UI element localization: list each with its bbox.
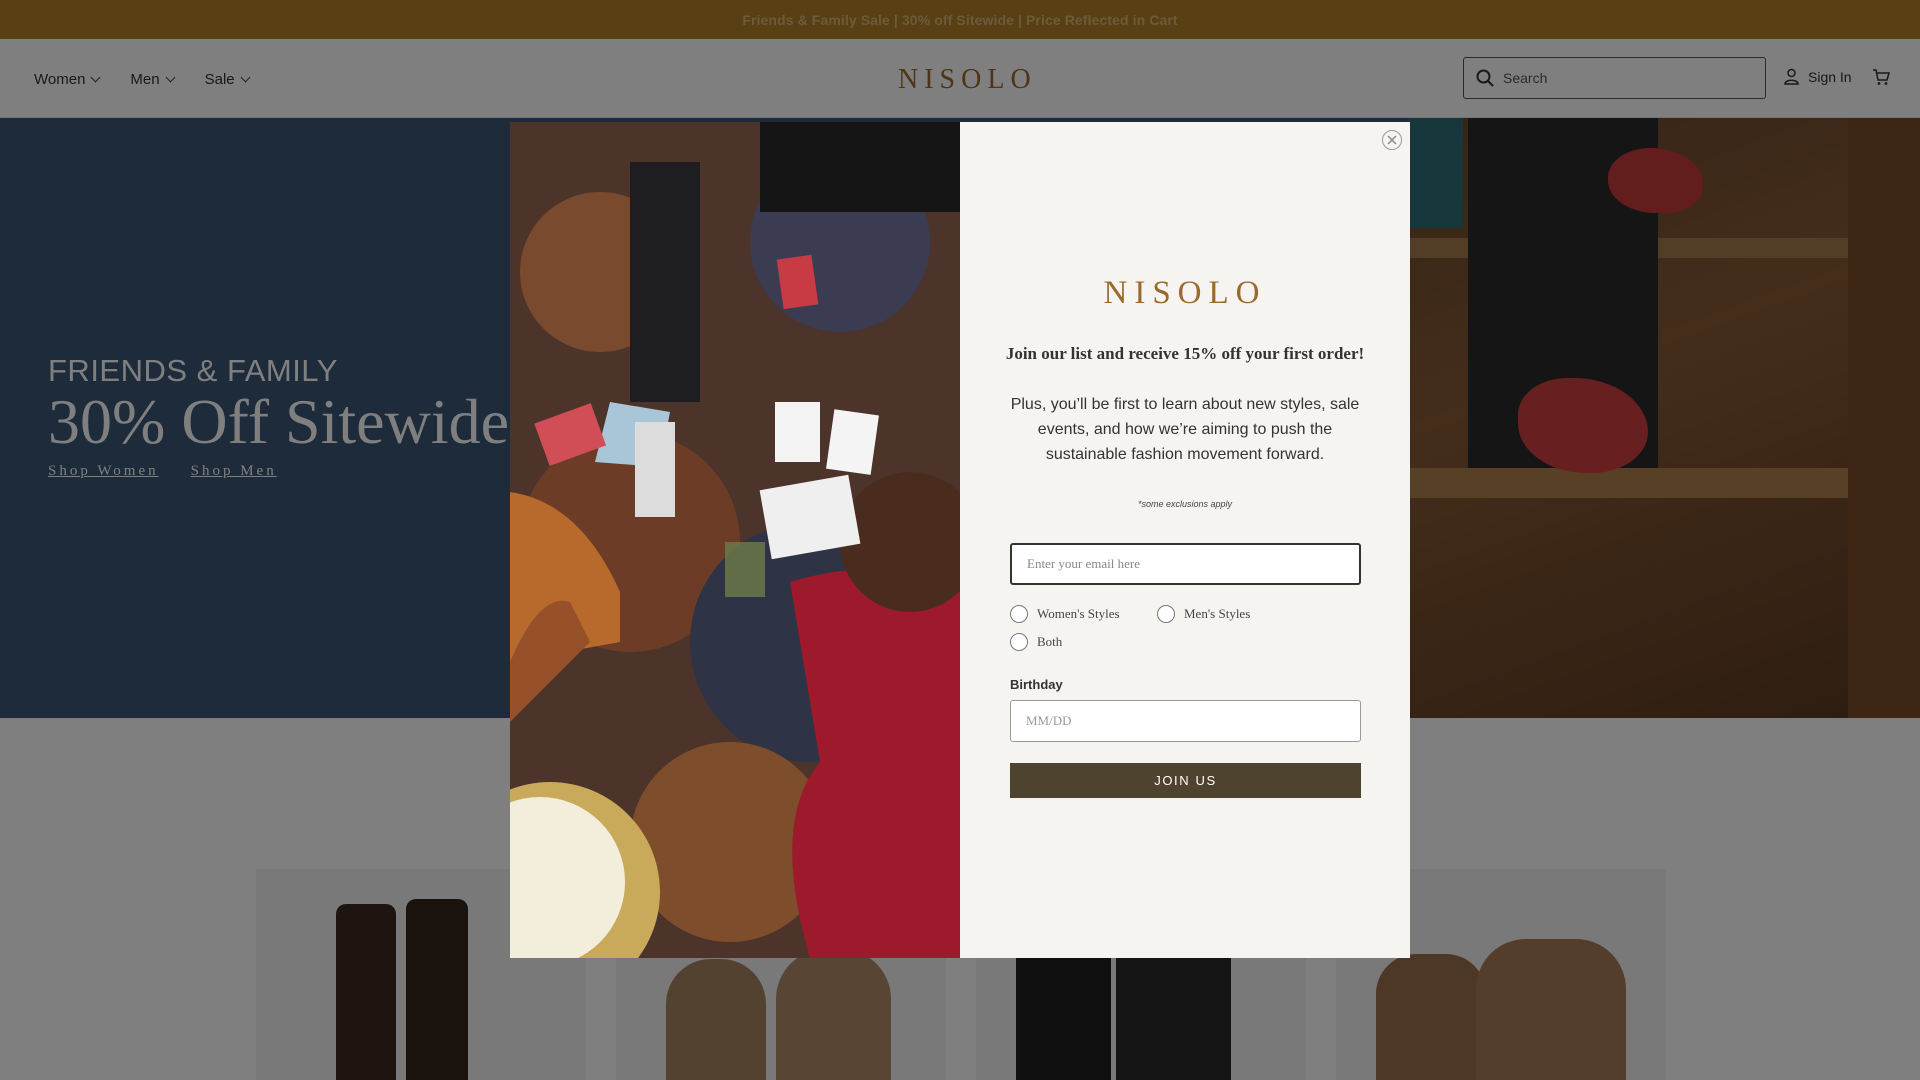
- newsletter-modal: NISOLO Join our list and receive 15% off…: [510, 122, 1410, 958]
- signup-form: NISOLO Join our list and receive 15% off…: [960, 122, 1410, 958]
- radio-label: Women's Styles: [1037, 606, 1120, 621]
- radio-label: Both: [1037, 634, 1063, 649]
- email-field[interactable]: [1010, 543, 1361, 585]
- radio-label: Men's Styles: [1184, 606, 1251, 621]
- exclusions-note: *some exclusions apply: [1137, 499, 1233, 509]
- modal-photo: [510, 122, 960, 958]
- birthday-label: Birthday: [1010, 677, 1063, 692]
- modal-headline: Join our list and receive 15% off your f…: [1005, 344, 1365, 363]
- radio-circle[interactable]: [1010, 633, 1028, 651]
- radio-both[interactable]: Both: [1010, 633, 1062, 651]
- modal-image: [510, 122, 960, 958]
- close-button[interactable]: [1382, 130, 1402, 150]
- radio-circle[interactable]: [1157, 605, 1175, 623]
- radio-womens-styles[interactable]: Women's Styles: [1010, 605, 1120, 623]
- radio-circle[interactable]: [1010, 605, 1028, 623]
- modal-body-text: Plus, you’ll be first to learn about new…: [1010, 396, 1360, 463]
- close-icon: [1387, 135, 1397, 145]
- modal-logo: NISOLO: [1103, 275, 1267, 311]
- radio-mens-styles[interactable]: Men's Styles: [1157, 605, 1250, 623]
- birthday-field[interactable]: [1010, 700, 1361, 742]
- join-us-button[interactable]: JOIN US: [1010, 763, 1361, 798]
